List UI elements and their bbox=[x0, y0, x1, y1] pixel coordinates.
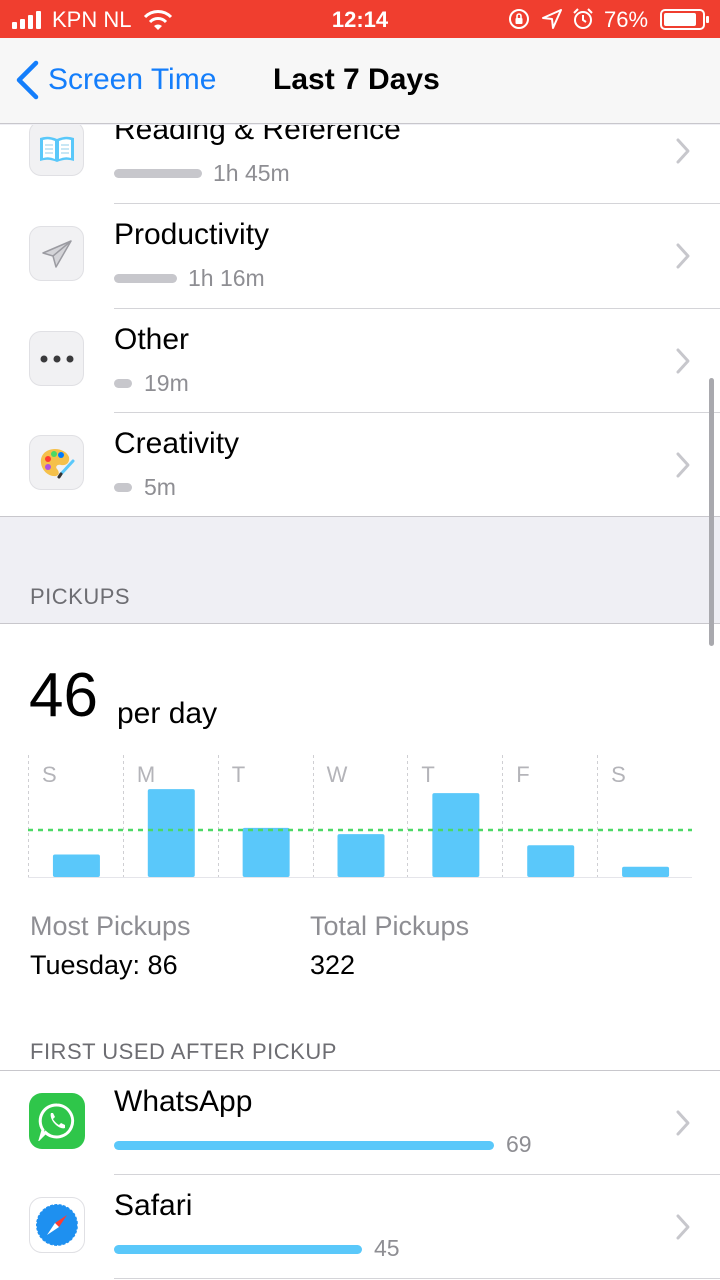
chart-bar[interactable] bbox=[622, 866, 670, 877]
back-button-label: Screen Time bbox=[48, 63, 217, 96]
back-button[interactable]: Screen Time bbox=[14, 58, 216, 102]
rotation-lock-icon bbox=[509, 9, 529, 29]
page-title: Last 7 Days bbox=[273, 63, 440, 96]
chart-day-label: S bbox=[42, 762, 57, 787]
scroll-indicator[interactable] bbox=[709, 378, 714, 646]
category-time: 1h 45m bbox=[213, 160, 290, 186]
palette-icon bbox=[29, 435, 84, 490]
chevron-right-icon bbox=[676, 452, 690, 478]
chevron-right-icon bbox=[676, 348, 690, 374]
usage-bar bbox=[114, 274, 177, 283]
usage-bar bbox=[114, 169, 202, 178]
location-icon bbox=[542, 9, 562, 29]
category-row-creativity[interactable]: Creativity 5m bbox=[0, 413, 720, 517]
app-row-whatsapp[interactable]: WhatsApp 69 bbox=[0, 1071, 720, 1175]
separator bbox=[0, 516, 720, 517]
book-icon bbox=[29, 125, 84, 176]
category-name: Creativity bbox=[114, 427, 240, 460]
app-name: WhatsApp bbox=[114, 1085, 253, 1118]
usage-bar bbox=[114, 379, 132, 388]
navigation-bar: Screen Time Last 7 Days bbox=[0, 38, 720, 124]
app-usage-bar bbox=[114, 1141, 494, 1150]
section-header-first-used: FIRST USED AFTER PICKUP bbox=[30, 1039, 337, 1064]
chart-day-label: T bbox=[232, 762, 245, 787]
chevron-left-icon bbox=[16, 60, 39, 100]
category-name: Reading & Reference bbox=[114, 125, 401, 146]
app-usage-bar bbox=[114, 1245, 362, 1254]
app-pickup-count: 69 bbox=[506, 1131, 532, 1157]
chart-bar[interactable] bbox=[432, 793, 480, 877]
section-header-pickups: PICKUPS bbox=[30, 584, 131, 609]
category-row-reading-reference[interactable]: Reading & Reference 1h 45m bbox=[0, 125, 720, 203]
battery-icon bbox=[660, 9, 709, 30]
separator bbox=[114, 1278, 720, 1279]
category-name: Other bbox=[114, 323, 190, 356]
chart-day-label: W bbox=[327, 762, 348, 787]
scroll-content[interactable]: Reading & Reference 1h 45m Productivity … bbox=[0, 125, 720, 1280]
pickups-per-day-label: per day bbox=[117, 697, 218, 730]
total-pickups-label: Total Pickups bbox=[310, 911, 470, 941]
chart-bar[interactable] bbox=[527, 845, 575, 877]
chart-bar[interactable] bbox=[147, 789, 195, 877]
category-time: 5m bbox=[144, 474, 176, 500]
category-name: Productivity bbox=[114, 218, 270, 251]
usage-bar bbox=[114, 483, 132, 492]
chart-day-label: M bbox=[137, 762, 155, 787]
chart-bar[interactable] bbox=[242, 827, 290, 877]
category-row-productivity[interactable]: Productivity 1h 16m bbox=[0, 204, 720, 308]
total-pickups-value: 322 bbox=[310, 950, 356, 980]
chart-day-label: T bbox=[421, 762, 434, 787]
chevron-right-icon bbox=[676, 243, 690, 269]
category-row-other[interactable]: Other 19m bbox=[0, 309, 720, 413]
pickups-per-day-value: 46 bbox=[29, 661, 98, 730]
category-list: Reading & Reference 1h 45m Productivity … bbox=[0, 125, 720, 517]
paper-plane-icon bbox=[29, 226, 84, 281]
chart-day-label: S bbox=[611, 762, 626, 787]
pickups-chart[interactable]: SMTWTFS bbox=[28, 755, 692, 885]
safari-icon bbox=[29, 1197, 85, 1253]
status-bar: KPN NL 12:14 76% bbox=[0, 0, 720, 38]
category-time: 1h 16m bbox=[188, 265, 265, 291]
app-row-safari[interactable]: Safari 45 bbox=[0, 1175, 720, 1279]
app-pickup-count: 45 bbox=[374, 1235, 400, 1261]
category-time: 19m bbox=[144, 370, 189, 396]
chevron-right-icon bbox=[676, 138, 690, 164]
ellipsis-icon bbox=[29, 331, 84, 386]
app-name: Safari bbox=[114, 1189, 193, 1222]
whatsapp-icon bbox=[29, 1093, 85, 1149]
most-pickups-label: Most Pickups bbox=[30, 911, 191, 941]
chevron-right-icon bbox=[676, 1214, 690, 1240]
chart-day-label: F bbox=[516, 762, 529, 787]
chevron-right-icon bbox=[676, 1110, 690, 1136]
battery-percent: 76% bbox=[604, 7, 649, 32]
chart-bar[interactable] bbox=[337, 834, 385, 877]
chart-bar[interactable] bbox=[52, 854, 100, 877]
alarm-icon bbox=[573, 8, 593, 29]
most-pickups-value: Tuesday: 86 bbox=[30, 950, 178, 980]
